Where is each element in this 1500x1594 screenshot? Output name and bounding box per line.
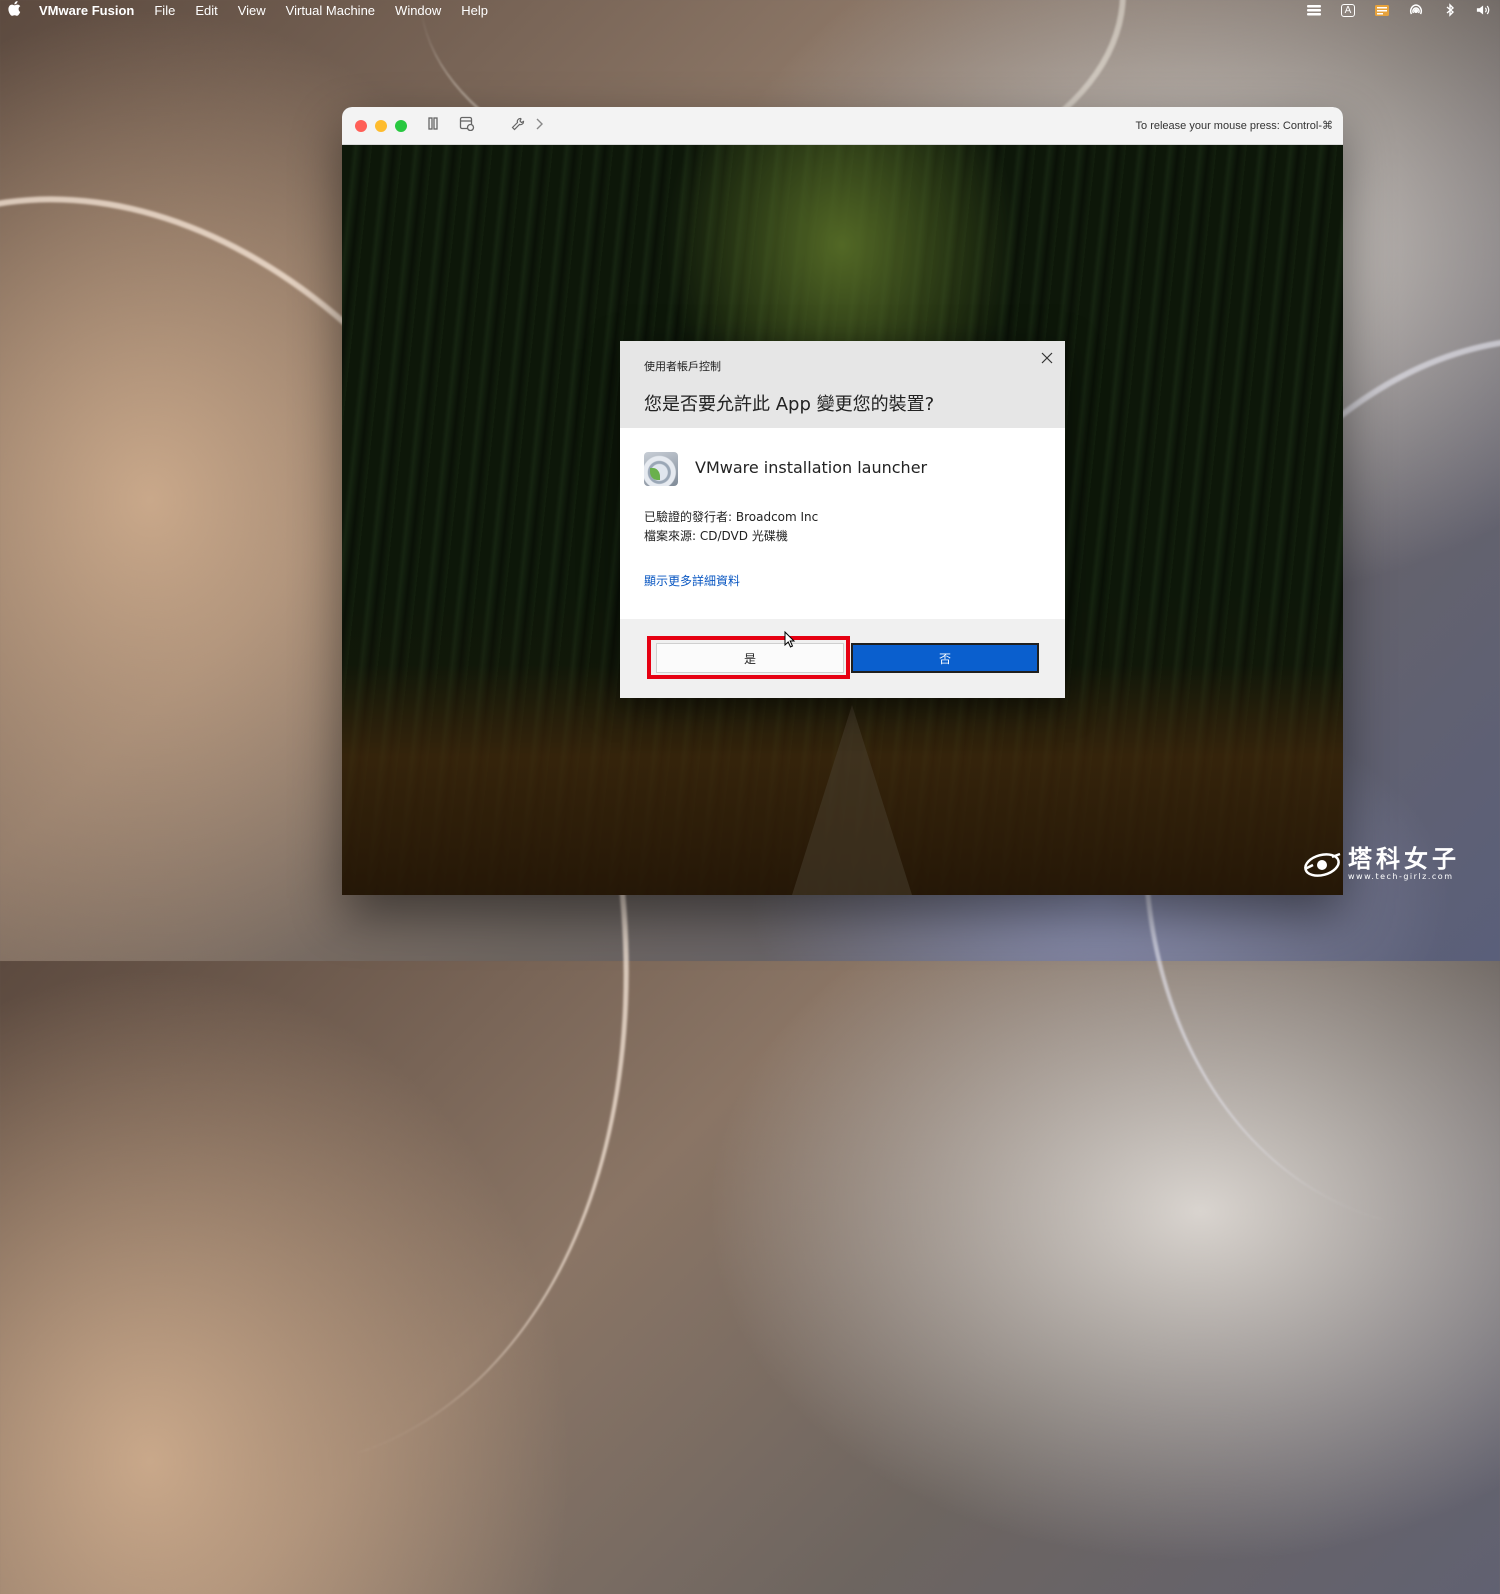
apple-menu-icon[interactable] — [8, 1, 21, 19]
uac-question: 您是否要允許此 App 變更您的裝置? — [644, 394, 935, 415]
annotation-highlight-box — [647, 636, 850, 679]
menu-help[interactable]: Help — [461, 3, 488, 18]
uac-dialog: 使用者帳戶控制 您是否要允許此 App 變更您的裝置? VMware insta… — [620, 341, 1065, 698]
snapshot-icon[interactable] — [459, 116, 475, 135]
uac-header: 使用者帳戶控制 您是否要允許此 App 變更您的裝置? — [620, 341, 1065, 428]
menu-window[interactable]: Window — [395, 3, 441, 18]
app-cd-icon — [644, 452, 678, 486]
uac-app-name: VMware installation launcher — [695, 458, 928, 477]
keyboard-viewer-icon[interactable] — [1374, 3, 1390, 17]
vm-window: To release your mouse press: Control-⌘ 使… — [342, 107, 1343, 895]
chevron-right-icon[interactable] — [535, 118, 543, 134]
show-more-details-link[interactable]: 顯示更多詳細資料 — [644, 572, 740, 589]
close-icon[interactable] — [1039, 349, 1055, 368]
release-mouse-hint: To release your mouse press: Control-⌘ — [1135, 120, 1333, 132]
volume-icon[interactable] — [1476, 3, 1492, 17]
menu-bar: VMware Fusion File Edit View Virtual Mac… — [0, 0, 1500, 20]
zoom-window-button[interactable] — [395, 119, 407, 132]
settings-wrench-icon[interactable] — [511, 117, 525, 135]
no-button[interactable]: 否 — [851, 643, 1039, 673]
close-window-button[interactable] — [355, 119, 367, 132]
watermark-title: 塔科女子 — [1348, 845, 1460, 873]
mouse-cursor-icon — [784, 630, 796, 653]
menu-edit[interactable]: Edit — [195, 3, 217, 18]
input-source-label: A — [1340, 3, 1356, 17]
uac-body: VMware installation launcher 已驗證的發行者: Br… — [620, 428, 1065, 619]
minimize-window-button[interactable] — [375, 119, 387, 132]
control-center-icon[interactable] — [1306, 3, 1322, 17]
vm-titlebar: To release your mouse press: Control-⌘ — [342, 107, 1343, 145]
status-menu-area: A — [1306, 0, 1492, 20]
watermark: 塔科女子 www.tech-girlz.com — [1302, 846, 1460, 881]
app-menu[interactable]: VMware Fusion — [39, 3, 134, 18]
uac-file-origin: 檔案來源: CD/DVD 光碟機 — [644, 529, 788, 543]
watermark-url: www.tech-girlz.com — [1348, 872, 1454, 881]
menu-view[interactable]: View — [238, 3, 266, 18]
bluetooth-icon[interactable] — [1442, 3, 1458, 17]
uac-caption: 使用者帳戶控制 — [644, 360, 721, 373]
uac-publisher: 已驗證的發行者: Broadcom Inc — [644, 510, 819, 524]
menu-virtual-machine[interactable]: Virtual Machine — [286, 3, 375, 18]
input-source-icon[interactable]: A — [1340, 3, 1356, 17]
menu-file[interactable]: File — [154, 3, 175, 18]
airdrop-icon[interactable] — [1408, 3, 1424, 17]
watermark-logo-icon — [1302, 847, 1344, 881]
guest-desktop[interactable]: 使用者帳戶控制 您是否要允許此 App 變更您的裝置? VMware insta… — [342, 145, 1343, 895]
pause-icon[interactable] — [427, 117, 439, 134]
uac-footer: 是 否 — [620, 619, 1065, 698]
